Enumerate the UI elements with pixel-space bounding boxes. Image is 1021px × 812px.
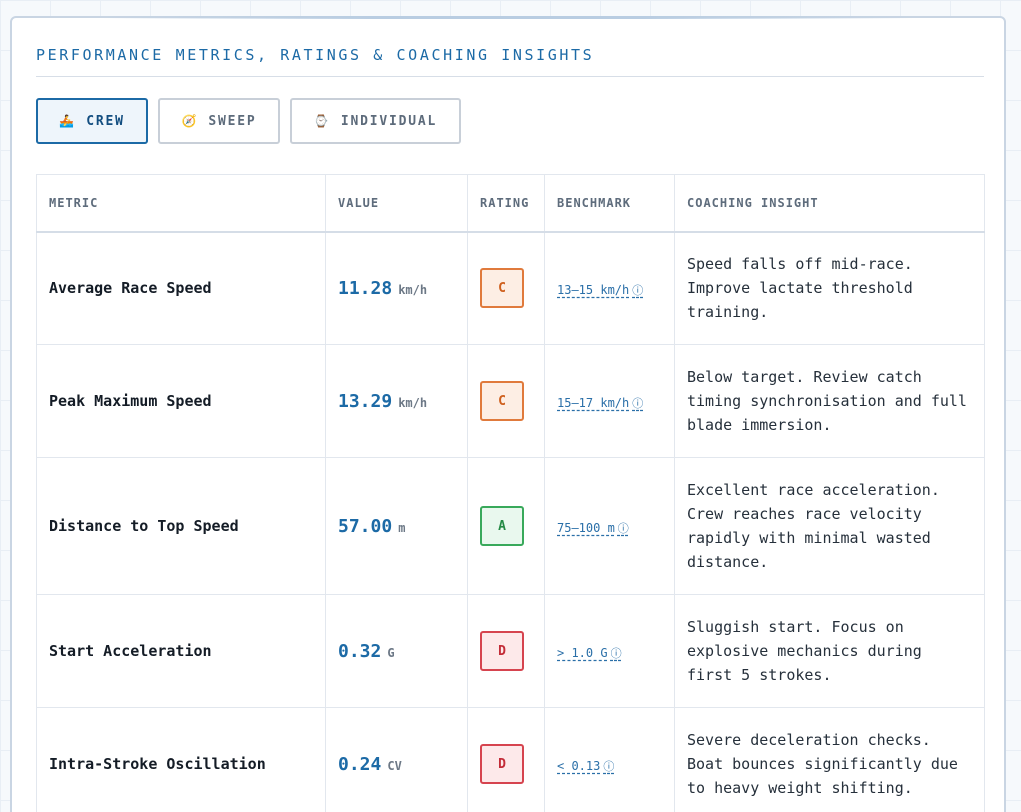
benchmark-cell: < 0.13 ⓘ <box>544 707 675 812</box>
benchmark-text: 75–100 m <box>557 520 615 535</box>
benchmark-link[interactable]: > 1.0 Gⓘ <box>557 646 622 660</box>
tab-crew[interactable]: 🚣 CREW <box>36 98 148 144</box>
info-icon: ⓘ <box>603 759 615 773</box>
performance-panel: PERFORMANCE METRICS, RATINGS & COACHING … <box>10 16 1006 812</box>
rating-cell: D <box>467 594 545 708</box>
rating-badge: D <box>480 631 524 671</box>
table-row: Intra-Stroke Oscillation 0.24 CV D < 0.13… <box>36 707 985 812</box>
table-header-row: METRIC VALUE RATING BENCHMARK COACHING I… <box>36 174 985 233</box>
table-row: Peak Maximum Speed 13.29 km/h C 15–17 km/… <box>36 344 985 458</box>
metrics-table: METRIC VALUE RATING BENCHMARK COACHING I… <box>36 174 985 812</box>
rating-badge: D <box>480 744 524 784</box>
info-icon: ⓘ <box>610 646 622 660</box>
compass-icon: 🧭 <box>181 114 197 128</box>
rating-cell: C <box>467 231 545 345</box>
metric-name: Intra-Stroke Oscillation <box>36 707 326 812</box>
table-row: Distance to Top Speed 57.00 m A 75–100 m ⓘ… <box>36 457 985 595</box>
metric-unit: km/h <box>398 395 428 410</box>
coaching-insight: Sluggish start. Focus on explosive mecha… <box>674 594 985 708</box>
info-icon: ⓘ <box>632 283 644 297</box>
view-tabs: 🚣 CREW 🧭 SWEEP ⌚ INDIVIDUAL <box>36 98 461 144</box>
metric-value: 0.24 <box>338 753 382 775</box>
benchmark-link[interactable]: 15–17 km/h ⓘ <box>557 396 643 410</box>
rating-badge: C <box>480 381 524 421</box>
rating-cell: A <box>467 457 545 595</box>
rating-badge: A <box>480 506 524 546</box>
benchmark-cell: > 1.0 Gⓘ <box>544 594 675 708</box>
benchmark-text: 15–17 km/h <box>557 395 630 410</box>
benchmark-cell: 15–17 km/h ⓘ <box>544 344 675 458</box>
metric-name: Start Acceleration <box>36 594 326 708</box>
metric-unit: CV <box>387 758 402 773</box>
info-icon: ⓘ <box>632 396 644 410</box>
metric-name: Peak Maximum Speed <box>36 344 326 458</box>
metric-name: Distance to Top Speed <box>36 457 326 595</box>
metric-name: Average Race Speed <box>36 231 326 345</box>
rating-cell: C <box>467 344 545 458</box>
benchmark-link[interactable]: 13–15 km/h ⓘ <box>557 283 643 297</box>
metric-value: 13.29 <box>338 390 393 412</box>
metric-unit: km/h <box>398 282 428 297</box>
benchmark-link[interactable]: 75–100 m ⓘ <box>557 521 629 535</box>
watch-icon: ⌚ <box>313 114 329 128</box>
rating-badge: C <box>480 268 524 309</box>
metric-value-cell: 0.32 G <box>325 594 468 708</box>
column-header-insight: COACHING INSIGHT <box>674 174 985 233</box>
benchmark-text: > 1.0 G <box>557 645 608 660</box>
benchmark-link[interactable]: < 0.13 ⓘ <box>557 759 614 773</box>
tab-sweep[interactable]: 🧭 SWEEP <box>158 98 280 144</box>
metric-value: 11.28 <box>338 277 393 299</box>
coaching-insight: Excellent race acceleration. Crew reache… <box>674 457 985 595</box>
metric-value-cell: 11.28 km/h <box>325 231 468 345</box>
column-header-rating: RATING <box>467 174 545 233</box>
metric-value-cell: 57.00 m <box>325 457 468 595</box>
table-row: Average Race Speed 11.28 km/h C 13–15 km/… <box>36 231 985 345</box>
table-row: Start Acceleration 0.32 G D > 1.0 Gⓘ Slug… <box>36 594 985 708</box>
metric-value: 0.32 <box>338 640 382 662</box>
metric-value: 57.00 <box>338 515 393 537</box>
rowing-boat-icon: 🚣 <box>59 114 75 128</box>
benchmark-text: < 0.13 <box>557 758 601 773</box>
benchmark-cell: 75–100 m ⓘ <box>544 457 675 595</box>
tab-individual-label: INDIVIDUAL <box>340 113 438 129</box>
panel-title: PERFORMANCE METRICS, RATINGS & COACHING … <box>36 46 595 64</box>
coaching-insight: Speed falls off mid-race. Improve lactat… <box>674 231 985 345</box>
benchmark-cell: 13–15 km/h ⓘ <box>544 231 675 345</box>
metric-value-cell: 13.29 km/h <box>325 344 468 458</box>
coaching-insight: Below target. Review catch timing synchr… <box>674 344 985 458</box>
tab-sweep-label: SWEEP <box>208 113 257 129</box>
title-divider <box>36 76 984 77</box>
column-header-metric: METRIC <box>36 174 326 233</box>
column-header-value: VALUE <box>325 174 468 233</box>
coaching-insight: Severe deceleration checks. Boat bounces… <box>674 707 985 812</box>
rating-cell: D <box>467 707 545 812</box>
metric-unit: m <box>398 520 406 535</box>
tab-crew-label: CREW <box>86 113 125 129</box>
info-icon: ⓘ <box>617 521 629 535</box>
tab-individual[interactable]: ⌚ INDIVIDUAL <box>290 98 461 144</box>
metric-value-cell: 0.24 CV <box>325 707 468 812</box>
metric-unit: G <box>387 645 395 660</box>
metrics-table-wrapper: METRIC VALUE RATING BENCHMARK COACHING I… <box>36 174 985 812</box>
column-header-benchmark: BENCHMARK <box>544 174 675 233</box>
benchmark-text: 13–15 km/h <box>557 282 630 297</box>
